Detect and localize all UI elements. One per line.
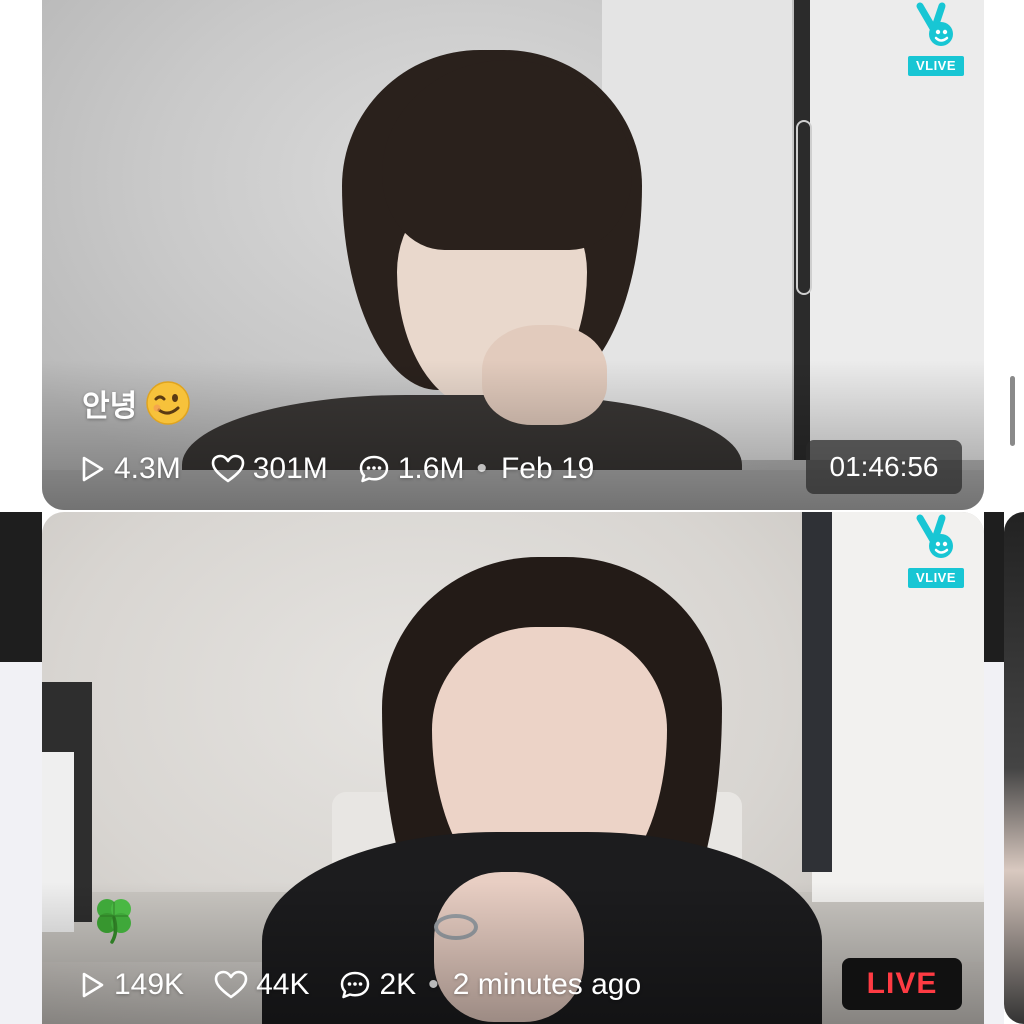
scrollbar[interactable] <box>1010 376 1015 446</box>
view-count: 149K <box>80 968 184 1002</box>
background-dark-strip-right <box>984 512 1004 662</box>
heart-outline-icon <box>214 970 248 999</box>
vlive-brand-tag: VLIVE <box>908 56 964 76</box>
chat-bubble-icon <box>359 455 388 483</box>
background-dark-strip-left <box>0 512 42 662</box>
vlive-brand-tag: VLIVE <box>908 568 964 588</box>
play-outline-icon <box>82 972 104 998</box>
vlive-logo-icon: VLIVE <box>908 0 966 78</box>
video-duration-badge: 01:46:56 <box>806 440 962 494</box>
background-pale-strip-right <box>984 662 1004 1024</box>
comment-count: 2K <box>339 968 416 1002</box>
upload-date: Feb 19 <box>500 452 595 485</box>
like-count-value: 301M <box>252 452 328 485</box>
view-count-value: 149K <box>114 968 185 1001</box>
heart-outline-icon <box>211 454 245 483</box>
chat-bubble-icon <box>341 971 370 999</box>
vlive-logo-icon: VLIVE <box>908 512 966 590</box>
next-video-card-peek[interactable] <box>1004 512 1024 1024</box>
video-stats: 149K 44K 2K • 2 minutes ago <box>80 962 641 1008</box>
video-title[interactable]: 안녕 <box>82 378 191 428</box>
stats-separator: • <box>428 968 439 1001</box>
like-count: 44K <box>214 968 309 1002</box>
live-status-badge: LIVE <box>842 958 962 1010</box>
comment-count-value: 1.6M <box>397 452 465 485</box>
comment-count: 1.6M <box>358 452 465 486</box>
video-title-text: 안녕 <box>82 389 138 424</box>
four-leaf-clover-emoji-icon <box>88 892 142 946</box>
like-count: 301M <box>211 452 328 486</box>
broadcast-time-ago: 2 minutes ago <box>452 968 642 1001</box>
winking-face-emoji-icon <box>145 380 191 426</box>
view-count: 4.3M <box>80 452 181 486</box>
stats-separator: • <box>476 452 487 485</box>
video-card[interactable]: VLIVE 안녕 4.3M 301M 1.6M • Feb 19 01:46:5… <box>42 0 984 510</box>
background-pale-strip-left <box>0 662 42 1024</box>
play-outline-icon <box>82 456 104 482</box>
video-card[interactable]: VLIVE 149K 44K 2K • 2 minutes ago LIVE <box>42 512 984 1024</box>
video-stats: 4.3M 301M 1.6M • Feb 19 <box>80 446 594 492</box>
comment-count-value: 2K <box>379 968 417 1001</box>
view-count-value: 4.3M <box>114 452 181 485</box>
like-count-value: 44K <box>256 968 310 1001</box>
